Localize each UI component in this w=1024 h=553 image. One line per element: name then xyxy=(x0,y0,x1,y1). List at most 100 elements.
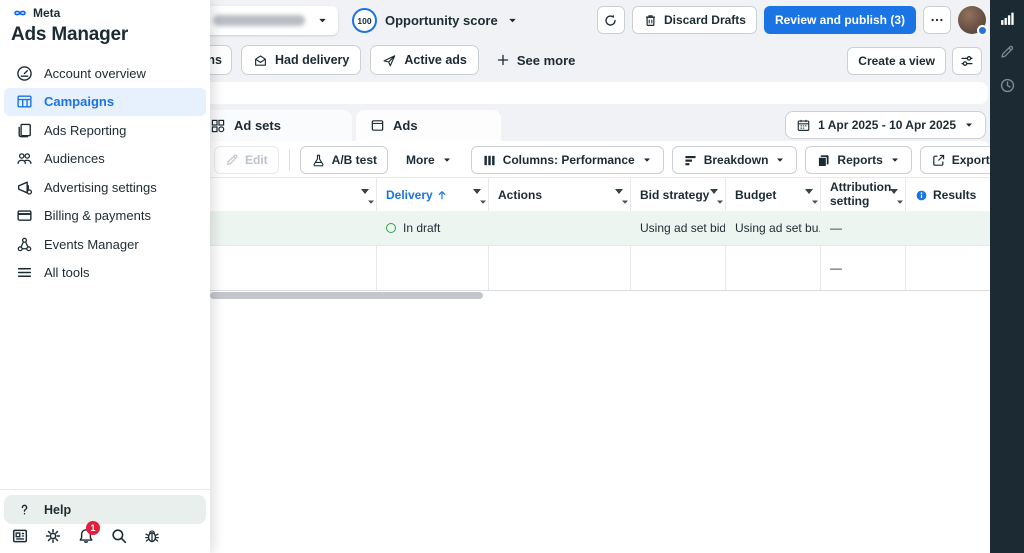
trash-icon xyxy=(643,13,658,28)
sidebar-item-events-manager[interactable]: Events Manager xyxy=(4,230,206,259)
sliders-icon xyxy=(959,53,975,69)
gear-icon[interactable] xyxy=(44,527,62,545)
filter-chip-active-ads[interactable]: Active ads xyxy=(370,45,479,75)
had-delivery-label: Had delivery xyxy=(275,53,350,67)
plus-icon xyxy=(496,53,510,67)
envelope-icon xyxy=(253,53,268,68)
account-selector-dropdown[interactable] xyxy=(204,6,338,35)
score-value: 100 xyxy=(357,15,372,26)
avatar-status-badge xyxy=(977,25,988,36)
gauge-icon xyxy=(16,65,33,82)
insights-bars-icon[interactable] xyxy=(999,10,1016,27)
actions-cell xyxy=(488,211,630,245)
discard-drafts-button[interactable]: Discard Drafts xyxy=(631,6,757,34)
pencil-icon xyxy=(225,153,239,167)
refresh-icon xyxy=(603,13,618,28)
report-pages-icon xyxy=(16,122,33,139)
tab-ads[interactable]: Ads xyxy=(356,110,501,141)
column-header-delivery[interactable]: Delivery xyxy=(376,178,488,212)
more-label: More xyxy=(406,153,435,167)
columns-icon xyxy=(482,153,497,168)
reports-button[interactable]: Reports xyxy=(805,146,912,174)
avatar[interactable] xyxy=(958,6,988,36)
events-nodes-icon xyxy=(16,236,33,253)
notifications-button[interactable]: 1 xyxy=(77,521,100,545)
filter-chip-had-delivery[interactable]: Had delivery xyxy=(241,45,362,75)
export-label: Export xyxy=(951,153,990,167)
sidebar-item-billing-payments[interactable]: Billing & payments xyxy=(4,202,206,231)
help-label: Help xyxy=(44,502,72,517)
tab-ad-sets[interactable]: Ad sets xyxy=(196,110,352,141)
news-feed-icon[interactable] xyxy=(11,527,29,545)
tab-ads-label: Ads xyxy=(393,118,418,133)
info-icon xyxy=(915,189,928,202)
create-a-view-label: Create a view xyxy=(858,54,935,68)
review-and-publish-button[interactable]: Review and publish (3) xyxy=(763,6,916,34)
date-range-selector[interactable]: 1 Apr 2025 - 10 Apr 2025 xyxy=(785,111,986,139)
more-menu-button[interactable]: More xyxy=(396,146,463,174)
view-settings-button[interactable] xyxy=(952,47,982,75)
column-header-budget[interactable]: Budget xyxy=(725,178,820,212)
meta-logo: Meta xyxy=(0,0,210,20)
results-cell xyxy=(905,211,990,245)
help-button[interactable]: Help xyxy=(4,495,206,524)
sidebar-item-all-tools[interactable]: All tools xyxy=(4,259,206,288)
edit-label: Edit xyxy=(245,153,268,167)
breakdown-button[interactable]: Breakdown xyxy=(671,146,798,174)
ab-test-button[interactable]: A/B test xyxy=(299,146,389,174)
more-options-button[interactable] xyxy=(923,6,951,34)
columns-button[interactable]: Columns: Performance xyxy=(470,146,664,174)
discard-drafts-label: Discard Drafts xyxy=(663,13,746,27)
sidebar-item-account-overview[interactable]: Account overview xyxy=(4,59,206,88)
reports-label: Reports xyxy=(837,153,883,167)
score-label: Opportunity score xyxy=(385,13,498,28)
opportunity-score[interactable]: 100 Opportunity score xyxy=(352,8,519,33)
export-icon xyxy=(931,153,946,168)
column-header-bid-strategy[interactable]: Bid strategy xyxy=(630,178,725,212)
date-range-label: 1 Apr 2025 - 10 Apr 2025 xyxy=(818,118,956,132)
chevron-down-icon xyxy=(506,14,519,27)
ab-test-label: A/B test xyxy=(331,153,378,167)
tab-ad-sets-label: Ad sets xyxy=(234,118,281,133)
see-more-button[interactable]: See more xyxy=(496,53,575,68)
sidebar-item-ads-reporting[interactable]: Ads Reporting xyxy=(4,116,206,145)
calendar-icon xyxy=(796,118,811,133)
meta-infinity-icon xyxy=(11,6,29,20)
delivery-header-label: Delivery xyxy=(386,188,433,202)
search-icon[interactable] xyxy=(110,527,128,545)
sidebar-item-campaigns[interactable]: Campaigns xyxy=(4,87,206,116)
breakdown-icon xyxy=(683,153,698,168)
column-header-results[interactable]: Results xyxy=(905,178,990,212)
budget-header-label: Budget xyxy=(735,188,777,202)
export-button[interactable]: Export xyxy=(921,147,1000,173)
sidebar-item-audiences[interactable]: Audiences xyxy=(4,145,206,174)
bug-report-icon[interactable] xyxy=(143,527,161,545)
delivery-cell: In draft xyxy=(376,211,488,245)
chevron-down-icon xyxy=(963,119,975,131)
bid-strategy-header-label: Bid strategy xyxy=(640,188,710,202)
chevron-down-icon xyxy=(441,154,453,166)
chevron-down-icon xyxy=(641,154,653,166)
chevron-down-icon xyxy=(316,14,329,27)
breakdown-label: Breakdown xyxy=(703,153,769,167)
navigation-sidebar: Meta Ads Manager Account overview Campai… xyxy=(0,0,210,553)
columns-label: Columns: Performance xyxy=(502,153,635,167)
edit-button[interactable]: Edit xyxy=(214,146,279,174)
redacted-account-name xyxy=(213,15,305,26)
sidebar-divider xyxy=(0,489,210,490)
sidebar-item-advertising-settings[interactable]: Advertising settings xyxy=(4,173,206,202)
horizontal-scrollbar[interactable] xyxy=(210,292,483,299)
history-clock-icon[interactable] xyxy=(999,77,1016,94)
summary-attribution-cell: — xyxy=(830,260,842,275)
chevron-down-icon xyxy=(889,154,901,166)
budget-cell: Using ad set bu... xyxy=(735,221,820,235)
meta-logo-text: Meta xyxy=(33,6,61,20)
sort-ascending-icon xyxy=(436,189,448,201)
column-header-actions[interactable]: Actions xyxy=(488,178,630,212)
refresh-button[interactable] xyxy=(596,6,625,34)
create-a-view-button[interactable]: Create a view xyxy=(847,47,946,75)
toolbar-divider xyxy=(288,150,290,170)
ads-icon xyxy=(370,118,385,133)
column-header-attribution[interactable]: Attribution setting xyxy=(820,178,905,212)
pencil-icon[interactable] xyxy=(999,44,1015,60)
